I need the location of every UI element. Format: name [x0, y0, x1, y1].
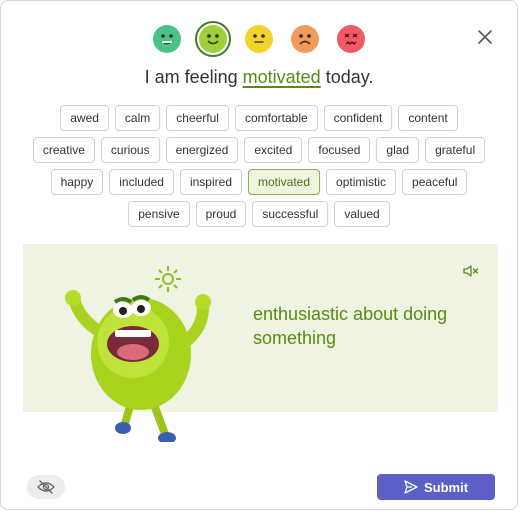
- emotion-chip-comfortable[interactable]: comfortable: [234, 105, 318, 131]
- neutral-face-icon[interactable]: [245, 25, 273, 53]
- emotion-chip-peaceful[interactable]: peaceful: [402, 169, 468, 195]
- feeling-prefix: I am feeling: [144, 67, 238, 87]
- emotion-chip-inspired[interactable]: inspired: [179, 169, 242, 195]
- emotion-chip-awed[interactable]: awed: [60, 105, 109, 131]
- mute-button[interactable]: [462, 262, 480, 280]
- feeling-suffix: today.: [325, 67, 374, 87]
- grinning-face-icon[interactable]: [153, 25, 181, 53]
- emotion-chip-happy[interactable]: happy: [50, 169, 104, 195]
- mood-selector: [1, 21, 517, 57]
- smiling-face-icon[interactable]: [195, 21, 231, 57]
- emotion-chip-creative[interactable]: creative: [32, 137, 95, 163]
- emotion-chip-energized[interactable]: energized: [165, 137, 239, 163]
- monster-illustration: [65, 266, 211, 442]
- hide-button[interactable]: [27, 475, 65, 499]
- emotion-chip-grateful[interactable]: grateful: [425, 137, 486, 163]
- speaker-muted-icon: [463, 265, 479, 277]
- close-button[interactable]: [475, 27, 495, 47]
- emotion-chip-curious[interactable]: curious: [100, 137, 160, 163]
- emotion-chip-glad[interactable]: glad: [376, 137, 420, 163]
- emotion-chip-cheerful[interactable]: cheerful: [166, 105, 229, 131]
- feelings-dialog: I am feeling motivated today. awed calm ch…: [0, 0, 518, 510]
- upset-face-icon[interactable]: [337, 25, 365, 53]
- emotion-chip-pensive[interactable]: pensive: [128, 201, 190, 227]
- emotion-chip-content[interactable]: content: [398, 105, 458, 131]
- emotion-chip-optimistic[interactable]: optimistic: [326, 169, 397, 195]
- emotion-chip-proud[interactable]: proud: [195, 201, 247, 227]
- submit-button[interactable]: Submit: [377, 474, 495, 500]
- emotion-chip-calm[interactable]: calm: [114, 105, 161, 131]
- emotion-chip-motivated[interactable]: motivated: [248, 169, 321, 195]
- sad-face-icon[interactable]: [291, 25, 319, 53]
- send-icon: [404, 480, 418, 494]
- sparkle-icon: [155, 266, 181, 292]
- feeling-word: motivated: [242, 67, 321, 87]
- emotion-chip-focused[interactable]: focused: [308, 137, 371, 163]
- close-icon: [478, 30, 492, 44]
- emotion-chip-successful[interactable]: successful: [252, 201, 329, 227]
- emotion-chip-valued[interactable]: valued: [334, 201, 390, 227]
- submit-label: Submit: [423, 479, 469, 495]
- eye-off-icon: [37, 480, 55, 494]
- feeling-sentence: I am feeling motivated today.: [1, 67, 517, 88]
- emotion-chip-confident[interactable]: confident: [323, 105, 393, 131]
- emotion-chip-included[interactable]: included: [109, 169, 174, 195]
- emotion-chip-excited[interactable]: excited: [244, 137, 303, 163]
- definition-panel: enthusiastic about doing something: [23, 244, 498, 442]
- emotion-definition: enthusiastic about doing something: [253, 304, 448, 348]
- emotion-chips: awed calm cheerful comfortable confident cont…: [27, 105, 491, 227]
